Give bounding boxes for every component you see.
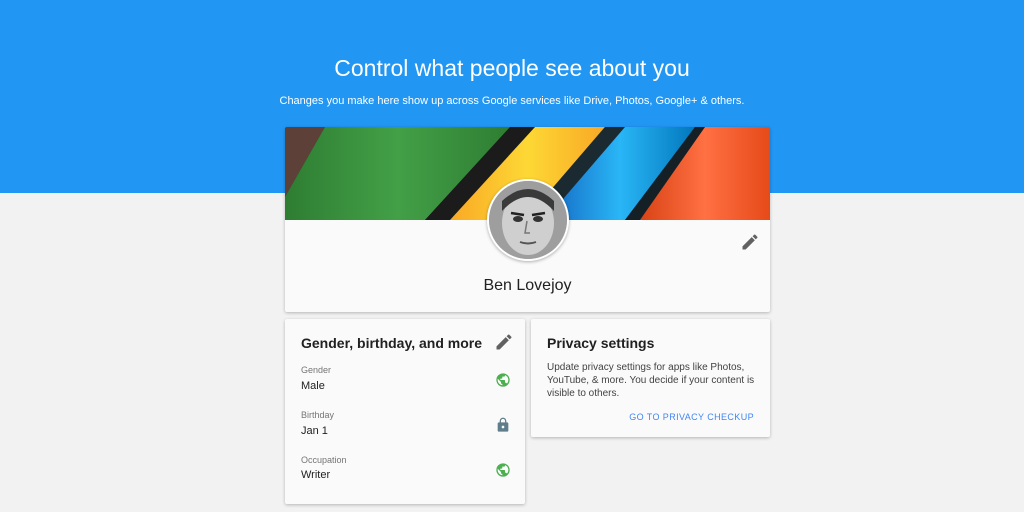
gender-value: Male bbox=[301, 380, 325, 392]
birthday-value: Jan 1 bbox=[301, 425, 328, 437]
pencil-icon bbox=[496, 334, 512, 350]
edit-profile-button[interactable] bbox=[740, 232, 760, 252]
profile-card: Ben Lovejoy bbox=[285, 127, 770, 312]
occupation-label: Occupation bbox=[301, 455, 347, 465]
profile-name: Ben Lovejoy bbox=[483, 277, 572, 294]
about-card: Gender, birthday, and more Gender Male B… bbox=[285, 319, 525, 504]
avatar[interactable] bbox=[487, 179, 569, 261]
privacy-description: Update privacy settings for apps like Ph… bbox=[547, 362, 755, 399]
globe-icon[interactable] bbox=[495, 372, 511, 388]
privacy-card-title: Privacy settings bbox=[547, 335, 655, 351]
about-card-title: Gender, birthday, and more bbox=[301, 335, 483, 351]
pencil-icon bbox=[742, 234, 758, 250]
lock-icon[interactable] bbox=[495, 417, 511, 433]
gender-label: Gender bbox=[301, 365, 332, 375]
occupation-value: Writer bbox=[301, 469, 331, 481]
page-subtitle: Changes you make here show up across Goo… bbox=[279, 95, 745, 107]
page-title: Control what people see about you bbox=[334, 55, 690, 81]
globe-icon[interactable] bbox=[495, 462, 511, 478]
edit-about-button[interactable] bbox=[494, 332, 514, 352]
privacy-checkup-link[interactable]: GO TO PRIVACY CHECKUP bbox=[629, 412, 754, 422]
birthday-label: Birthday bbox=[301, 410, 335, 420]
privacy-card: Privacy settings Update privacy settings… bbox=[531, 319, 770, 437]
